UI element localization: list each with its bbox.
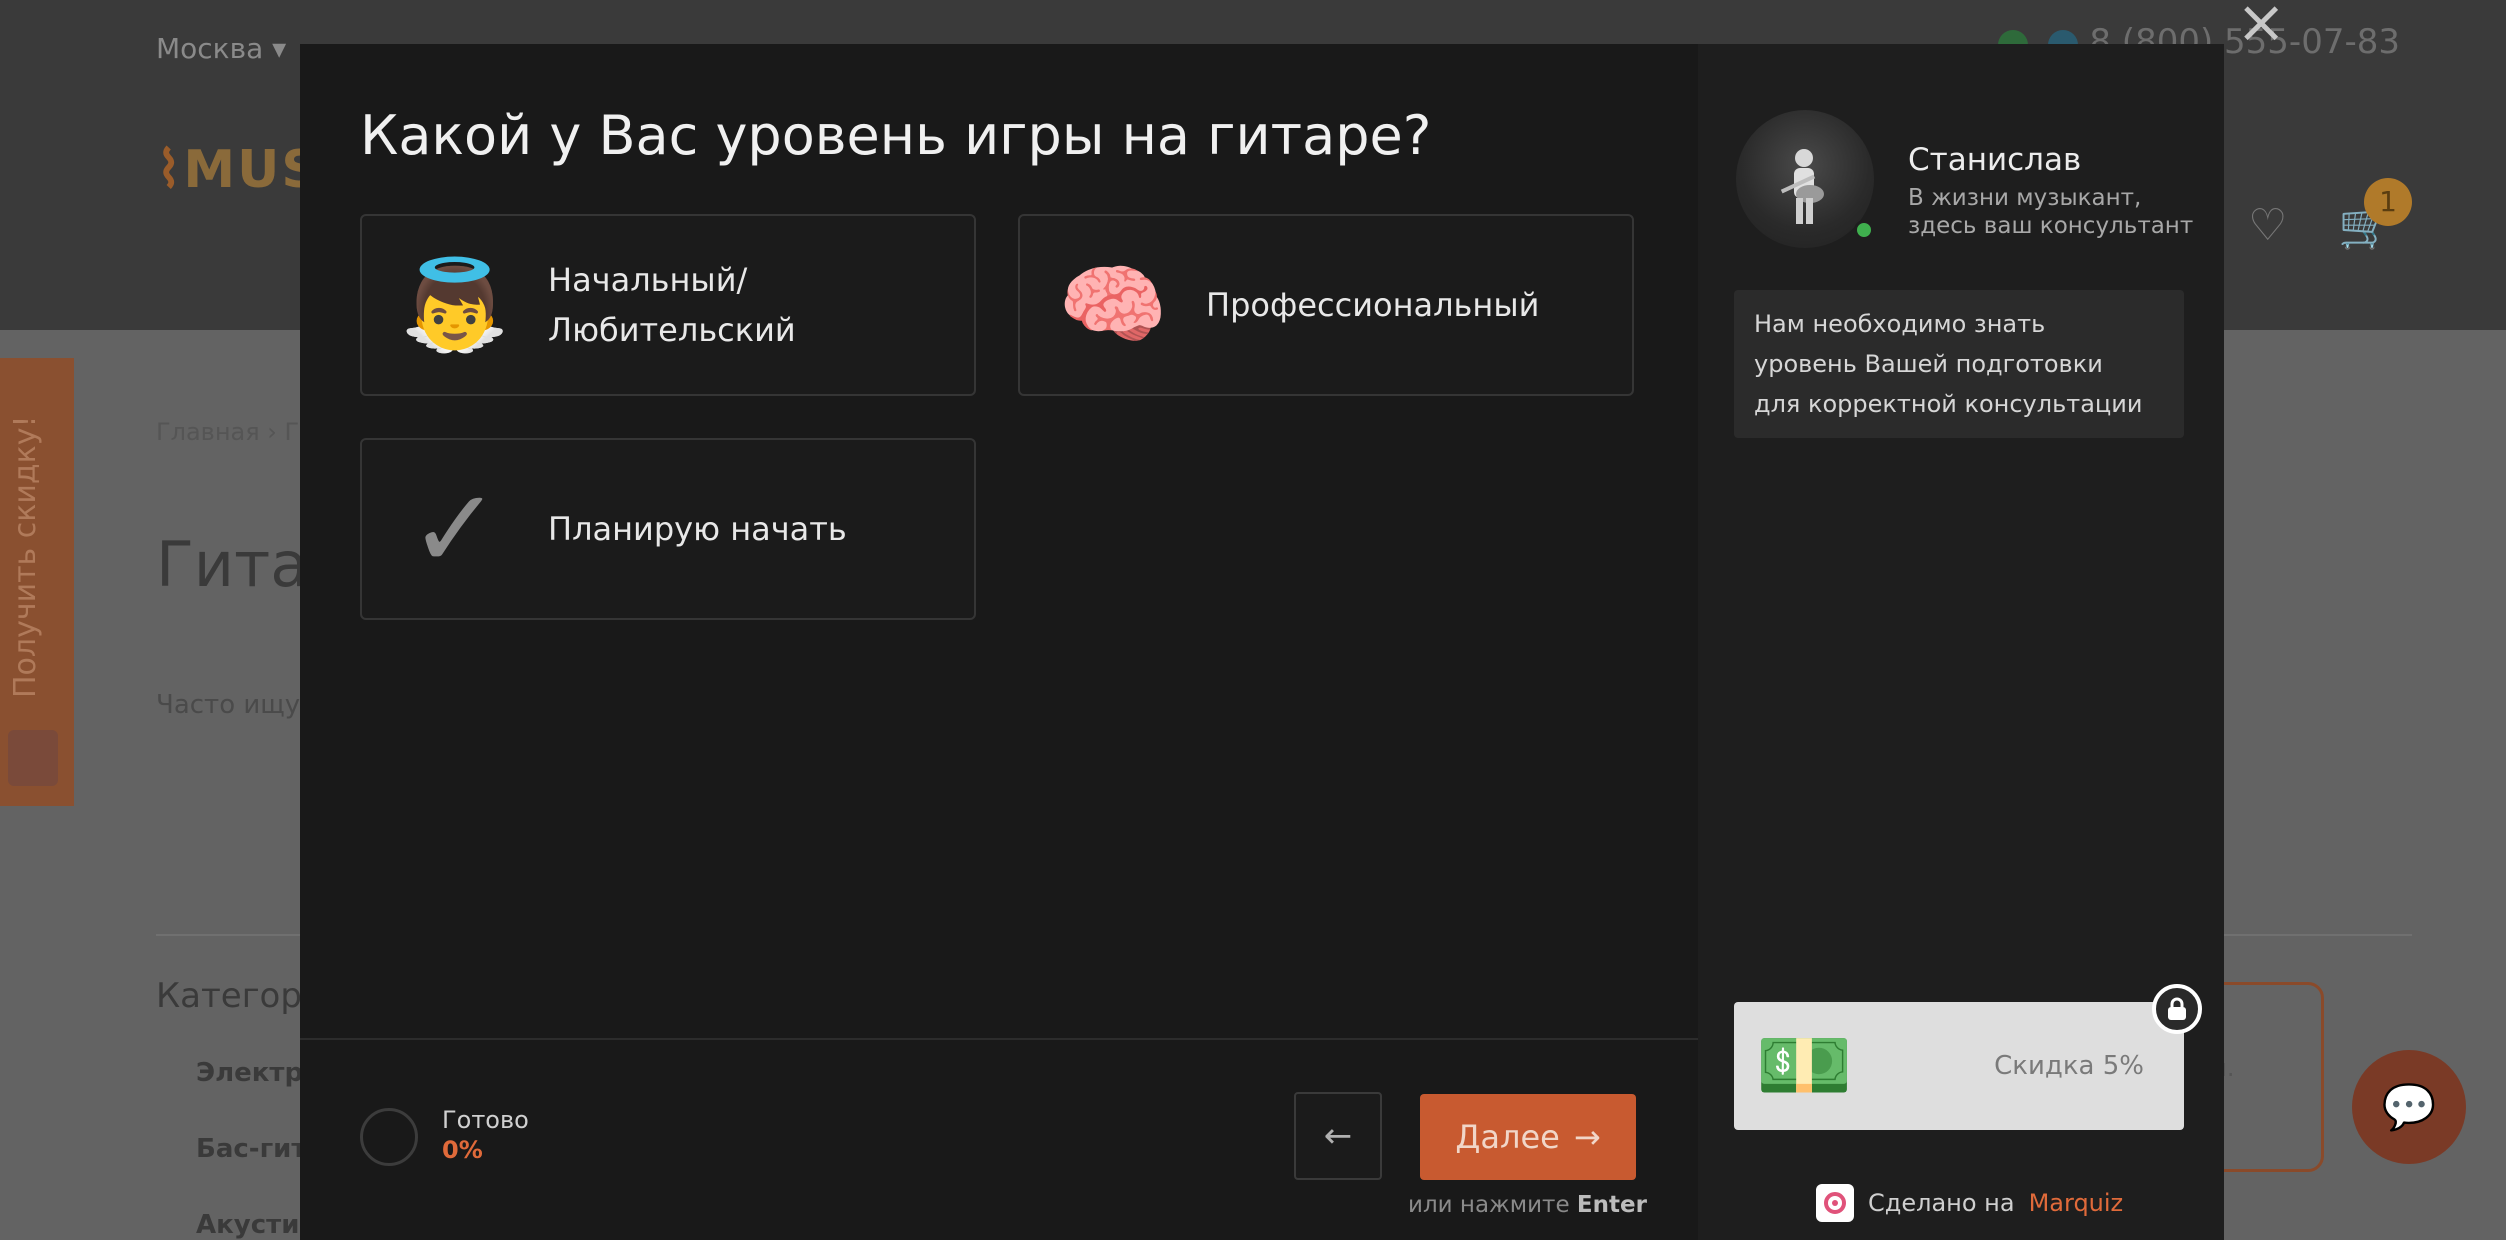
made-by-prefix: Сделано на: [1868, 1189, 2015, 1217]
option-label: Профессиональный: [1206, 286, 1540, 324]
question-title: Какой у Вас уровень игры на гитаре?: [360, 104, 1432, 167]
option-professional[interactable]: 🧠 Профессиональный: [1018, 214, 1634, 396]
chat-icon: 💬: [2381, 1082, 2437, 1133]
guitarist-icon: [1780, 149, 1824, 224]
discount-card[interactable]: 💵 Скидка 5%: [1734, 1002, 2184, 1130]
back-button[interactable]: ←: [1294, 1092, 1382, 1180]
category-item: Бас-гит: [196, 1134, 307, 1164]
next-button[interactable]: Далее →: [1420, 1094, 1636, 1180]
online-status-dot: [1854, 220, 1874, 240]
arrow-right-icon: →: [1573, 1118, 1601, 1156]
checkmark-glyph: ✓: [408, 465, 502, 593]
enter-hint-key: Enter: [1576, 1192, 1647, 1218]
enter-hint-prefix: или нажмите: [1408, 1192, 1570, 1218]
option-beginner[interactable]: 👼 Начальный/ Любительский: [360, 214, 976, 396]
option-label: Планирую начать: [548, 510, 847, 548]
lock-glyph: [2168, 997, 2186, 1020]
angel-baby-icon: 👼: [400, 253, 510, 356]
quiz-main: Какой у Вас уровень игры на гитаре? 👼 На…: [300, 44, 1698, 1240]
made-by[interactable]: Сделано на Marquiz: [1816, 1184, 2123, 1222]
arrow-left-icon: ←: [1323, 1116, 1353, 1156]
option-label: Начальный/ Любительский: [548, 261, 796, 349]
site-discount-tab: Получить скидку!: [0, 358, 74, 806]
money-icon: 💵: [1755, 1021, 1853, 1111]
progress-percent: 0%: [442, 1136, 483, 1164]
cart-count-badge: 1: [2364, 178, 2412, 226]
site-chat-button: 💬: [2352, 1050, 2466, 1164]
marquiz-link[interactable]: Marquiz: [2029, 1189, 2124, 1217]
form-icon: [8, 730, 58, 786]
site-city-selector: Москва ▾: [156, 32, 287, 65]
brain-icon: 🧠: [1058, 253, 1168, 356]
consultant-message: Нам необходимо знать уровень Вашей подго…: [1734, 290, 2184, 438]
often-searched: Часто ищут: [156, 690, 316, 720]
quiz-modal: Какой у Вас уровень игры на гитаре? 👼 На…: [300, 44, 2224, 1240]
heart-icon: ♡: [2248, 200, 2288, 251]
discount-label: Скидка 5%: [1994, 1051, 2144, 1081]
option-planning[interactable]: ✓ Планирую начать: [360, 438, 976, 620]
consultant-sidebar: Станислав В жизни музыкант, здесь ваш ко…: [1698, 44, 2224, 1240]
close-icon[interactable]: ×: [2236, 0, 2286, 52]
progress-label: Готово: [442, 1106, 529, 1134]
consultant-name: Станислав: [1908, 142, 2082, 178]
lock-icon: [2152, 984, 2202, 1034]
footer-divider: [300, 1038, 1698, 1040]
category-title: Категори: [156, 976, 325, 1016]
category-item: Электр: [196, 1058, 304, 1088]
consultant-description: В жизни музыкант, здесь ваш консультант: [1908, 185, 2194, 239]
enter-hint: или нажмите Enter: [1408, 1192, 1647, 1218]
marquiz-logo-icon: [1816, 1184, 1854, 1222]
next-button-label: Далее: [1455, 1118, 1560, 1156]
breadcrumb: Главная › Г: [156, 418, 300, 446]
site-discount-tab-label: Получить скидку!: [8, 415, 43, 698]
checkmark-icon: ✓: [362, 474, 548, 584]
progress-ring: [360, 1108, 418, 1166]
